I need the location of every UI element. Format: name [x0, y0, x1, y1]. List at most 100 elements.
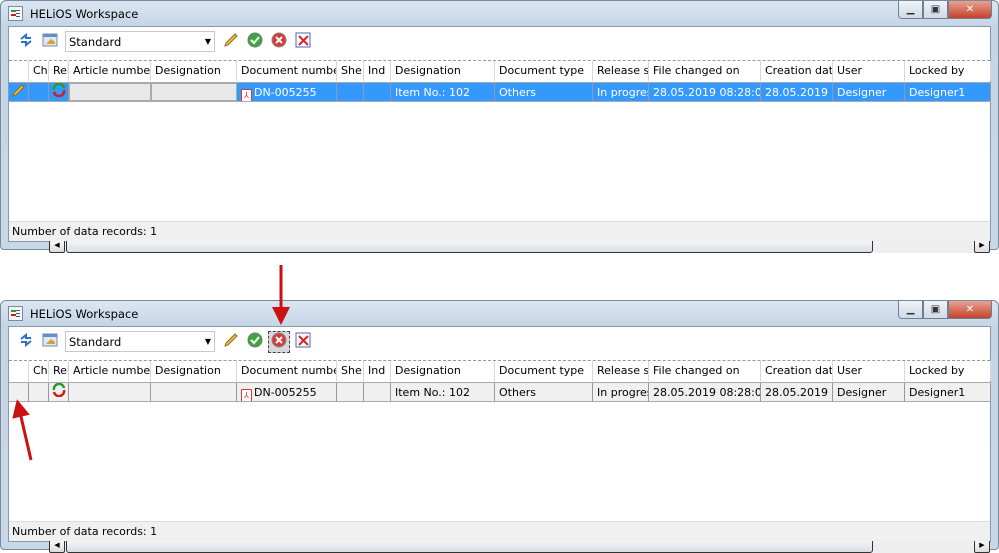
cell-user[interactable]: Designer — [833, 383, 905, 401]
column-header[interactable]: Ch — [29, 61, 49, 81]
cell-creation_date[interactable]: 28.05.2019 — [761, 383, 833, 401]
edit-pencil-button[interactable] — [220, 331, 242, 353]
close-button[interactable]: ✕ — [948, 301, 992, 319]
cell-designation2[interactable]: Item No.: 102 — [391, 383, 495, 401]
column-header[interactable]: She — [337, 61, 364, 81]
cell-designation2[interactable]: Item No.: 102 — [391, 83, 495, 101]
close-view-icon — [295, 32, 311, 51]
cell-locked_by[interactable]: Designer1 — [905, 383, 991, 401]
edit-pencil-icon — [223, 332, 239, 351]
column-header[interactable]: Designation — [391, 361, 495, 381]
view-select[interactable]: Standard ▼ — [65, 31, 215, 52]
document-grid: Ch Rel Article number Designation Document n… — [9, 60, 991, 253]
cell-index[interactable] — [364, 83, 391, 101]
status-bar: Number of data records: 1 — [9, 521, 990, 541]
column-header[interactable]: Designation — [151, 61, 237, 81]
cell-file_changed_on[interactable]: 28.05.2019 08:28:00 — [649, 83, 761, 101]
column-header[interactable]: Release st — [593, 61, 649, 81]
column-header[interactable]: Document number — [237, 61, 337, 81]
cell-ch[interactable] — [29, 83, 49, 101]
chevron-down-icon[interactable]: ▼ — [205, 337, 211, 346]
cell-sheet[interactable] — [337, 383, 364, 401]
edit-pencil-button[interactable] — [220, 31, 242, 53]
title-bar[interactable]: HELiOS Workspace ▁ ▣ ✕ — [1, 1, 998, 26]
minimize-button[interactable]: ▁ — [898, 1, 923, 19]
workspace-window: HELiOS Workspace ▁ ▣ ✕ Standard ▼ Ch Rel Arti… — [0, 300, 999, 553]
column-header[interactable] — [9, 361, 29, 381]
column-header[interactable]: Designation — [151, 361, 237, 381]
cell-document_number[interactable]: ⅄ DN-005255 — [237, 83, 337, 101]
maximize-button[interactable]: ▣ — [923, 1, 948, 19]
status-bar: Number of data records: 1 — [9, 221, 990, 241]
cell-icon[interactable] — [9, 383, 29, 401]
column-header[interactable]: Document type — [495, 61, 593, 81]
cell-document_number[interactable]: ⅄ DN-005255 — [237, 383, 337, 401]
cell-release_status[interactable]: In progres — [593, 383, 649, 401]
column-header[interactable]: Creation date — [761, 61, 833, 81]
workspace-content: Standard ▼ Ch Rel Article number Designation… — [8, 26, 991, 253]
cell-sheet[interactable] — [337, 83, 364, 101]
column-header[interactable]: Locked by — [905, 61, 991, 81]
chevron-down-icon[interactable]: ▼ — [205, 37, 211, 46]
column-header[interactable]: File changed on — [649, 361, 761, 381]
discard-x-button[interactable] — [268, 330, 290, 353]
title-bar[interactable]: HELiOS Workspace ▁ ▣ ✕ — [1, 301, 998, 326]
view-settings-button[interactable] — [39, 331, 61, 353]
refresh-button[interactable] — [15, 331, 37, 353]
app-icon — [8, 6, 23, 21]
column-header[interactable]: Rel — [49, 361, 69, 381]
column-header[interactable]: Rel — [49, 61, 69, 81]
column-header[interactable]: Locked by — [905, 361, 991, 381]
table-row[interactable]: ⅄ DN-005255 Item No.: 102 Others In progres 2… — [9, 382, 991, 402]
accept-check-button[interactable] — [244, 31, 266, 53]
discard-x-button[interactable] — [268, 31, 290, 53]
pdf-icon: ⅄ — [241, 89, 252, 101]
cell-icon[interactable] — [49, 383, 69, 401]
column-header[interactable]: Designation — [391, 61, 495, 81]
column-header[interactable]: Article number — [69, 61, 151, 81]
column-header[interactable]: Document number — [237, 361, 337, 381]
cell-icon[interactable] — [9, 83, 29, 101]
refresh-button[interactable] — [15, 31, 37, 53]
close-view-button[interactable] — [292, 331, 314, 353]
release-cycle-icon — [52, 83, 66, 100]
column-header[interactable]: Document type — [495, 361, 593, 381]
column-header[interactable]: Ind — [364, 61, 391, 81]
cell-index[interactable] — [364, 383, 391, 401]
column-header[interactable] — [9, 61, 29, 81]
cell-article_number[interactable] — [69, 83, 151, 101]
pencil-icon — [12, 84, 26, 100]
column-header[interactable]: User — [833, 61, 905, 81]
minimize-button[interactable]: ▁ — [898, 301, 923, 319]
view-settings-button[interactable] — [39, 31, 61, 53]
cell-file_changed_on[interactable]: 28.05.2019 08:28:00 — [649, 383, 761, 401]
table-row[interactable]: ⅄ DN-005255 Item No.: 102 Others In progres 2… — [9, 82, 991, 102]
maximize-button[interactable]: ▣ — [923, 301, 948, 319]
column-header[interactable]: Release st — [593, 361, 649, 381]
column-header[interactable]: Ch — [29, 361, 49, 381]
column-header[interactable]: Article number — [69, 361, 151, 381]
cell-ch[interactable] — [29, 383, 49, 401]
column-header[interactable]: Creation date — [761, 361, 833, 381]
close-button[interactable]: ✕ — [948, 1, 992, 19]
cell-document_type[interactable]: Others — [495, 383, 593, 401]
cell-icon[interactable] — [49, 83, 69, 101]
cell-user[interactable]: Designer — [833, 83, 905, 101]
close-view-button[interactable] — [292, 31, 314, 53]
column-header[interactable]: File changed on — [649, 61, 761, 81]
cell-locked_by[interactable]: Designer1 — [905, 83, 991, 101]
view-select[interactable]: Standard ▼ — [65, 331, 215, 352]
cell-release_status[interactable]: In progres — [593, 83, 649, 101]
document-number: DN-005255 — [254, 86, 317, 99]
refresh-icon — [18, 332, 34, 351]
cell-document_type[interactable]: Others — [495, 83, 593, 101]
accept-check-button[interactable] — [244, 331, 266, 353]
cell-designation[interactable] — [151, 83, 237, 101]
column-header[interactable]: User — [833, 361, 905, 381]
view-select-value: Standard — [69, 34, 122, 49]
column-header[interactable]: Ind — [364, 361, 391, 381]
cell-article_number[interactable] — [69, 383, 151, 401]
column-header[interactable]: She — [337, 361, 364, 381]
cell-designation[interactable] — [151, 383, 237, 401]
cell-creation_date[interactable]: 28.05.2019 — [761, 83, 833, 101]
